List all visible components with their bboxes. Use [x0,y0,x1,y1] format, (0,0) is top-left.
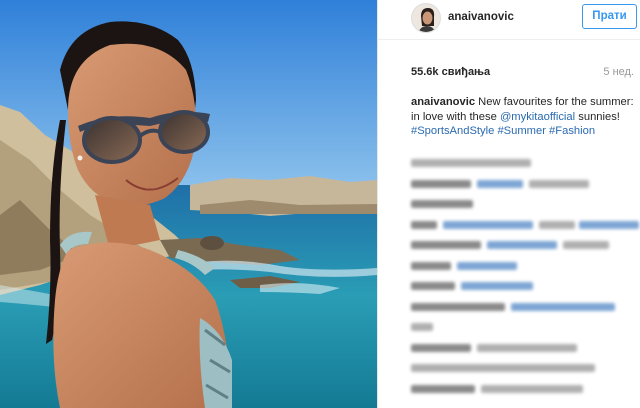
comment-item [411,319,640,335]
blurred-username [411,343,471,352]
blurred-mention [511,302,615,311]
blurred-mention [457,261,517,270]
comment-item [411,155,640,171]
avatar[interactable] [411,3,441,33]
comment-item [411,278,640,294]
post-sidebar: anaivanovic Прати 55.6k свиђања 5 нед. a… [377,0,640,408]
blurred-comment [539,220,575,229]
caption-username[interactable]: anaivanovic [411,96,475,108]
blurred-mention [487,241,557,249]
post-header: anaivanovic Прати [378,0,640,40]
comment-item [411,217,640,233]
blurred-mention [477,179,523,188]
instagram-post: anaivanovic Прати 55.6k свиђања 5 нед. a… [0,0,640,408]
blurred-comment [411,364,595,372]
blurred-comment [563,241,609,249]
comment-item [411,258,640,274]
blurred-mention [461,282,533,290]
blurred-username [411,241,481,249]
comment-item [411,340,640,356]
blurred-username [411,282,455,290]
blurred-comment [481,384,583,393]
post-photo[interactable] [0,0,377,408]
caption-hashtags[interactable]: #SportsAndStyle #Summer #Fashion [411,125,595,137]
post-time[interactable]: 5 нед. [603,66,634,78]
caption-mention[interactable]: @mykitaofficial [500,111,575,123]
comment-item [411,360,640,376]
blurred-comment [411,159,531,167]
username-link[interactable]: anaivanovic [448,11,514,23]
blurred-username [411,261,451,270]
comment-item [411,299,640,315]
caption-text-2: sunnies! [578,110,620,123]
blurred-username [411,220,437,229]
blurred-mention [579,220,639,229]
blurred-username [411,179,471,188]
blurred-username [411,384,475,393]
post-image [0,0,377,408]
blurred-comment [529,179,589,188]
likes-count[interactable]: 55.6k свиђања [411,66,490,78]
blurred-comment [477,343,577,352]
avatar-image [412,4,440,32]
blurred-username [411,200,473,208]
comment-item [411,196,640,212]
comment-item [411,176,640,192]
post-caption: anaivanovic New favourites for the summe… [411,95,637,139]
comment-item [411,381,640,397]
blurred-mention [443,220,533,229]
blurred-comment [411,323,433,331]
comment-item [411,237,640,253]
blurred-username [411,302,505,311]
follow-button[interactable]: Прати [582,4,637,29]
comments-list [411,155,640,401]
